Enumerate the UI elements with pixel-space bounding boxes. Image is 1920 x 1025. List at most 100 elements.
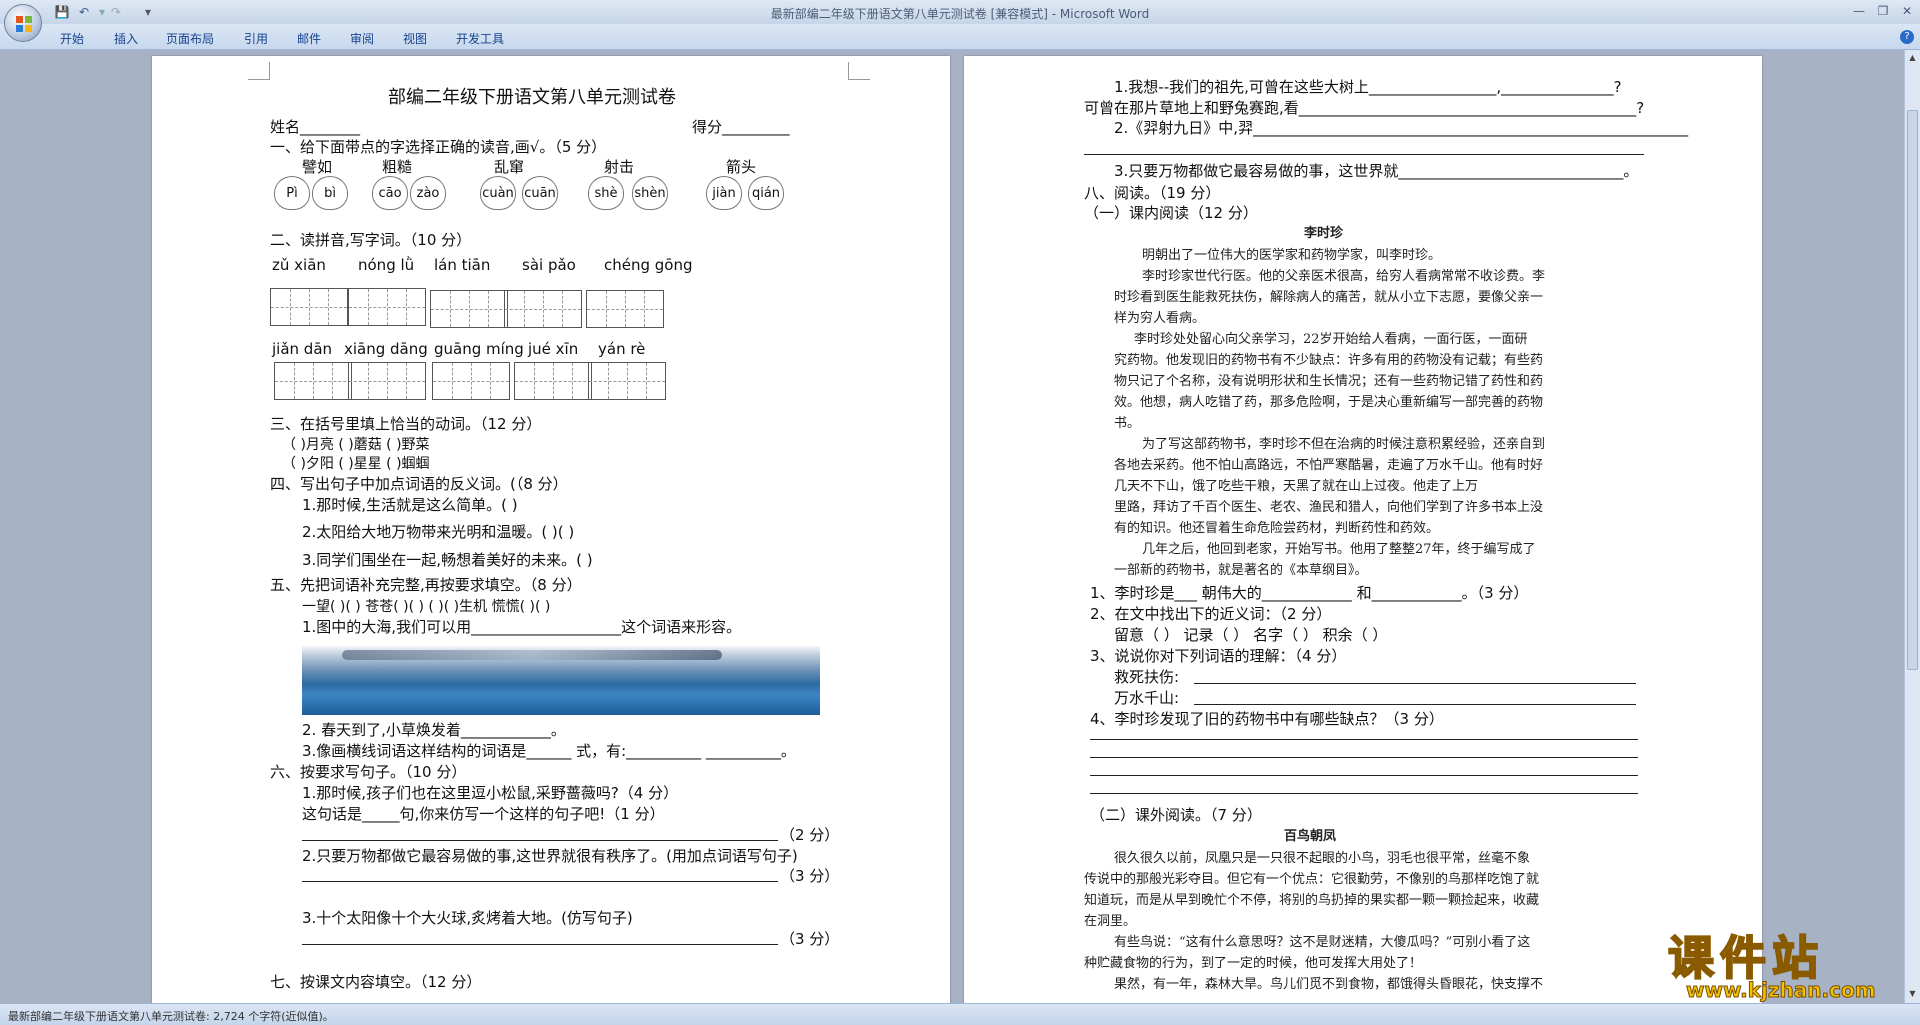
answer-line[interactable]: [1194, 704, 1636, 705]
story-line: 为了写这部药物书，李时珍不但在治病的时候注意积累经验，还亲自到: [1142, 437, 1546, 452]
writing-grid[interactable]: [348, 362, 426, 400]
story-line: 很久很久以前，凤凰只是一只很不起眼的小鸟，羽毛也很平常，丝毫不象: [1114, 851, 1531, 866]
story-line: 知道玩，而是从早到晚忙个不停，将别的鸟扔掉的果实都一颗一颗捡起来，收藏: [1084, 893, 1540, 908]
watermark-logo: 课件站 www.kjzhan.com: [1667, 922, 1904, 1006]
q5-words: 一望( )( ) 苍苍( )( ) ( )( )生机 慌慌( )( ): [302, 599, 551, 615]
document-page-1[interactable]: 部编二年级下册语文第八单元测试卷 姓名________ 得分_________ …: [152, 56, 950, 1003]
reading-question: 3、说说你对下列词语的理解：（4 分）: [1090, 647, 1347, 665]
answer-line[interactable]: [1090, 757, 1638, 758]
tab-insert[interactable]: 插入: [114, 30, 138, 47]
answer-line[interactable]: [1090, 793, 1638, 794]
story-line: 究药物。他发现旧的药物书有不少缺点：许多有用的药物没有记载；有些药: [1114, 353, 1544, 368]
help-icon[interactable]: ?: [1900, 30, 1914, 44]
term-label: 救死扶伤:: [1114, 668, 1180, 686]
story-line: 各地去采药。他不怕山高路远，不怕严寒酷暑，走遍了万水千山。他有时好: [1114, 458, 1544, 473]
reading-question: 1、李时珍是___ 朝伟大的____________ 和____________…: [1090, 584, 1529, 602]
pinyin-bubble: Pì: [274, 176, 310, 210]
question-6-title: 六、按要求写句子。（10 分）: [270, 763, 467, 781]
q7-item: 2.《羿射九日》中,羿_____________________________…: [1114, 119, 1689, 137]
pinyin-prompt: sài pǎo: [522, 256, 576, 274]
answer-line[interactable]: [1090, 775, 1638, 776]
vertical-scrollbar[interactable]: ▲ ▼: [1904, 50, 1920, 1003]
q1-word: 粗糙: [382, 158, 413, 176]
pinyin-bubble: jiàn: [706, 176, 742, 210]
answer-line[interactable]: [1084, 154, 1644, 155]
writing-grid[interactable]: [348, 288, 426, 326]
story-line: 种贮藏食物的行为，到了一定的时候，他可发挥大用处了！: [1084, 956, 1423, 971]
section-title: （二）课外阅读。（7 分）: [1090, 806, 1262, 824]
score-field-label: 得分_________: [692, 118, 790, 136]
scroll-up-icon[interactable]: ▲: [1907, 52, 1918, 63]
q7-item: 3.只要万物都做它最容易做的事，这世界就____________________…: [1114, 162, 1639, 180]
pinyin-bubble: qián: [748, 176, 784, 210]
points-label: （3 分）: [780, 867, 840, 885]
pinyin-prompt: nóng lǜ: [358, 256, 415, 274]
question-3-title: 三、在括号里填上恰当的动词。（12 分）: [270, 415, 542, 433]
writing-grid[interactable]: [588, 362, 666, 400]
writing-grid[interactable]: [432, 362, 510, 400]
writing-grid[interactable]: [504, 290, 582, 328]
q7-item: 可曾在那片草地上和野兔赛跑,看_________________________…: [1084, 99, 1645, 117]
writing-grid[interactable]: [514, 362, 592, 400]
exam-title: 部编二年级下册语文第八单元测试卷: [388, 87, 676, 108]
answer-line[interactable]: [302, 944, 778, 945]
question-5-title: 五、先把词语补充完整,再按要求填空。（8 分）: [270, 576, 582, 594]
q6-item: 这句话是_____句,你来仿写一个这样的句子吧!（1 分）: [302, 805, 665, 823]
pinyin-prompt: yán rè: [598, 340, 646, 358]
reading-question: 留意（ ） 记录（ ） 名字（ ） 积余（ ）: [1114, 626, 1388, 644]
q6-item: 3.十个太阳像十个大火球,炙烤着大地。(仿写句子): [302, 909, 633, 927]
q5-item: 2. 春天到了,小草焕发着____________。: [302, 721, 566, 739]
restore-icon[interactable]: ❐: [1874, 3, 1892, 19]
tab-references[interactable]: 引用: [244, 30, 268, 47]
q4-item: 1.那时候,生活就是这么简单。( ): [302, 496, 518, 514]
points-label: （2 分）: [780, 826, 840, 844]
question-8-title: 八、阅读。（19 分）: [1084, 184, 1221, 202]
tab-developer[interactable]: 开发工具: [456, 30, 504, 47]
name-field-label: 姓名________: [270, 118, 361, 136]
sea-image: [302, 646, 820, 715]
tab-home[interactable]: 开始: [60, 30, 84, 47]
writing-grid[interactable]: [586, 290, 664, 328]
answer-line[interactable]: [1194, 683, 1636, 684]
story-line: 传说中的那般光彩夺目。但它有一个优点：它很勤劳，不像别的鸟那样吃饱了就: [1084, 872, 1540, 887]
watermark-url: www.kjzhan.com: [1686, 978, 1877, 1003]
answer-line[interactable]: [302, 840, 778, 841]
document-page-2[interactable]: 1.我想--我们的祖先,可曾在这些大树上_________________,__…: [964, 56, 1762, 1003]
story-line: 时珍看到医生能救死扶伤，解除病人的痛苦，就从小立下志愿，要像父亲一: [1114, 290, 1544, 305]
minimize-icon[interactable]: —: [1850, 3, 1868, 19]
story-line: 几天不下山，饿了吃些干粮，天黑了就在山上过夜。他走了上万: [1114, 479, 1479, 494]
pinyin-bubble: cuān: [522, 176, 558, 210]
reading-question: 4、李时珍发现了旧的药物书中有哪些缺点？（3 分）: [1090, 710, 1444, 728]
writing-grid[interactable]: [274, 362, 352, 400]
ribbon-tabs: 开始 插入 页面布局 引用 邮件 审阅 视图 开发工具 ?: [0, 24, 1920, 50]
answer-line[interactable]: [302, 881, 778, 882]
pinyin-bubble: shè: [588, 176, 624, 210]
q1-word: 譬如: [302, 158, 333, 176]
scrollbar-thumb[interactable]: [1907, 110, 1918, 670]
answer-line[interactable]: [1090, 739, 1638, 740]
q5-item: 3.像画横线词语这样结构的词语是______ 式，有:__________ __…: [302, 742, 796, 760]
reading-question: 2、在文中找出下的近义词：（2 分）: [1090, 605, 1332, 623]
tab-page-layout[interactable]: 页面布局: [166, 30, 214, 47]
tab-mailings[interactable]: 邮件: [297, 30, 321, 47]
story-line: 果然，有一年，森林大旱。鸟儿们觅不到食物，都饿得头昏眼花，快支撑不: [1114, 977, 1544, 992]
close-icon[interactable]: ✕: [1898, 3, 1916, 19]
pinyin-bubble: bì: [312, 176, 348, 210]
tab-view[interactable]: 视图: [403, 30, 427, 47]
writing-grid[interactable]: [270, 288, 348, 326]
tab-review[interactable]: 审阅: [350, 30, 374, 47]
q1-word: 箭头: [726, 158, 757, 176]
writing-grid[interactable]: [430, 290, 508, 328]
term-label: 万水千山:: [1114, 689, 1180, 707]
corner-mark: [848, 62, 870, 80]
pinyin-prompt: zǔ xiān: [272, 256, 326, 274]
question-4-title: 四、写出句子中加点词语的反义词。(（8 分）: [270, 475, 568, 493]
office-button[interactable]: [4, 4, 42, 42]
story-title: 李时珍: [1304, 226, 1344, 241]
pinyin-prompt: chéng gōng: [604, 256, 693, 274]
q1-word: 乱窜: [494, 158, 525, 176]
q3-blank-line: （ )月亮 ( )蘑菇 ( )野菜: [282, 437, 430, 453]
story-line: 书。: [1114, 416, 1141, 431]
q5-item: 1.图中的大海,我们可以用____________________这个词语来形容…: [302, 618, 742, 636]
scroll-down-icon[interactable]: ▼: [1907, 988, 1918, 999]
